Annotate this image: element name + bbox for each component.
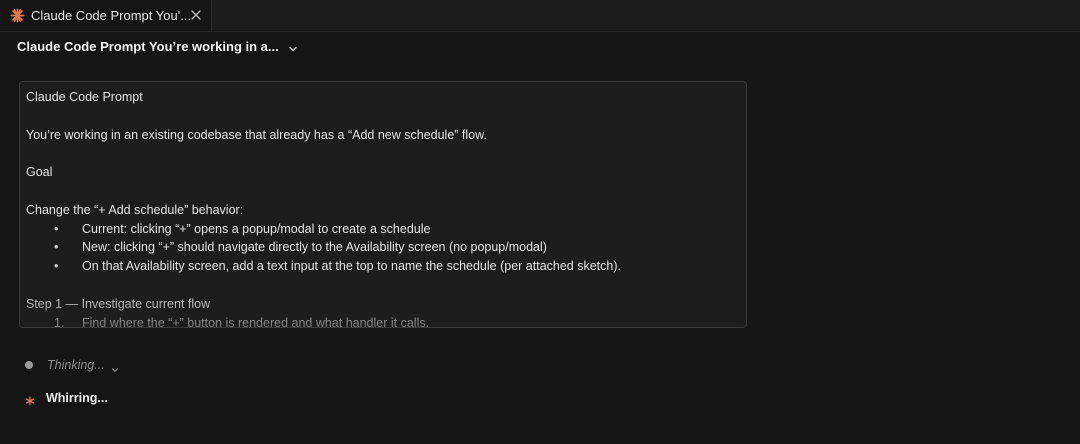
list-item-text: On that Availability screen, add a text … xyxy=(82,259,621,274)
list-number: 1. xyxy=(54,315,65,328)
claude-asterisk-icon xyxy=(10,8,25,23)
whirring-label: Whirring... xyxy=(46,391,108,405)
bullet-mark: • xyxy=(54,259,59,274)
chevron-down-icon xyxy=(111,361,119,372)
conversation-title: Claude Code Prompt You’re working in a..… xyxy=(17,38,279,54)
prompt-step-heading: Step 1 — Investigate current flow xyxy=(26,296,211,311)
close-icon[interactable] xyxy=(189,8,203,22)
conversation-title-dropdown[interactable]: Claude Code Prompt You’re working in a..… xyxy=(17,38,298,54)
list-item-text: Current: clicking “+” opens a popup/moda… xyxy=(82,221,431,236)
list-item: 1. Find where the “+” button is rendered… xyxy=(26,314,740,328)
prompt-text: Claude Code Prompt You’re working in an … xyxy=(26,88,740,328)
bullet-mark: • xyxy=(54,221,59,236)
prompt-goal-heading: Goal xyxy=(26,165,53,180)
list-item: • Current: clicking “+” opens a popup/mo… xyxy=(26,220,740,239)
list-item: • New: clicking “+” should navigate dire… xyxy=(26,238,740,257)
spark-icon xyxy=(25,393,35,406)
thinking-toggle[interactable]: Thinking... xyxy=(25,358,119,372)
tab-title: Claude Code Prompt You'... xyxy=(31,8,192,23)
prompt-change-line: Change the “+ Add schedule” behavior: xyxy=(26,202,244,217)
list-item-text: New: clicking “+” should navigate direct… xyxy=(82,240,547,255)
list-item-text: Find where the “+” button is rendered an… xyxy=(82,315,430,328)
whirring-status: Whirring... xyxy=(25,391,108,406)
chevron-down-icon xyxy=(288,41,298,52)
prompt-heading: Claude Code Prompt xyxy=(26,90,143,104)
list-item: • On that Availability screen, add a tex… xyxy=(26,257,740,276)
user-prompt-message: Claude Code Prompt You’re working in an … xyxy=(19,81,747,328)
bullet-mark: • xyxy=(54,240,59,255)
tab-bar: Claude Code Prompt You'... xyxy=(0,0,1080,32)
tab-claude-code-prompt[interactable]: Claude Code Prompt You'... xyxy=(0,0,212,31)
prompt-context-line: You’re working in an existing codebase t… xyxy=(26,127,487,142)
thinking-label: Thinking... xyxy=(47,358,105,372)
status-dot-icon xyxy=(25,361,33,369)
